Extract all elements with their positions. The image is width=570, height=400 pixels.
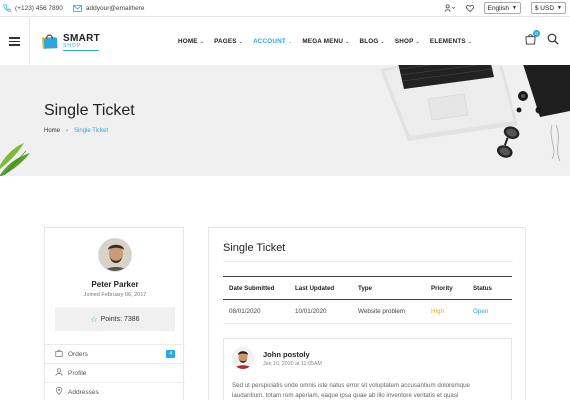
nav-item-home[interactable]: HOME ⌄ [178, 38, 204, 45]
user-icon [55, 368, 63, 378]
breadcrumb: Home › Single Ticket [44, 128, 108, 134]
nav-item-shop[interactable]: SHOP ⌄ [395, 38, 420, 45]
nav-label: BLOG [359, 38, 379, 45]
breadcrumb-current: Single Ticket [74, 128, 109, 134]
profile-menu: Orders 4 Profile Addresses [45, 344, 185, 400]
chevron-down-icon: ⌄ [380, 38, 385, 45]
nav-item-pages[interactable]: PAGES ⌄ [214, 38, 243, 45]
plant-leaf-decoration [0, 143, 30, 176]
menu-label: Profile [68, 369, 87, 377]
chevron-down-icon: ⌄ [467, 38, 473, 45]
chevron-down-icon: ⌄ [345, 38, 350, 45]
shopping-bag-logo-icon [40, 32, 59, 52]
language-value: English [487, 4, 509, 12]
comment-author: John postoly [263, 350, 310, 359]
bag-icon [55, 349, 63, 359]
search-button[interactable] [547, 33, 559, 47]
main-nav: HOME ⌄ PAGES ⌄ ACCOUNT ⌄ MEGA MENU ⌄ BLOG ⌄ S… [178, 18, 482, 65]
profile-joined-date: Joined February 06, 2017 [83, 292, 147, 298]
email-address: addyour@emailhere [85, 4, 145, 12]
column-header: Priority [431, 284, 453, 292]
logo-subtext: SHOP [63, 42, 82, 49]
column-header: Date Submitted [229, 284, 275, 292]
hamburger-icon [9, 35, 20, 48]
profile-menu-orders[interactable]: Orders 4 [45, 344, 185, 363]
user-account-icon[interactable] [444, 4, 456, 12]
divider [223, 261, 513, 262]
chevron-down-icon: ⌄ [238, 38, 244, 45]
search-icon [547, 33, 559, 47]
ticket-comment: John postoly Jan 10, 2020 at 11:05AM Sed… [223, 338, 512, 400]
table-header-row: Date Submitted Last Updated Type Priorit… [223, 276, 512, 300]
chevron-down-icon: ⌄ [199, 38, 205, 45]
ticket-card: Single Ticket Date Submitted Last Update… [208, 227, 526, 400]
cell-last-updated: 10/01/2020 [295, 308, 327, 315]
site-logo[interactable]: SMART SHOP [40, 32, 100, 52]
menu-label: Orders [68, 350, 88, 358]
page-banner: Single Ticket Home › Single Ticket [0, 65, 570, 176]
phone-number: (+123) 456 7890 [15, 4, 63, 12]
currency-value: $ USD [534, 4, 555, 12]
hamburger-menu-button[interactable] [0, 18, 30, 65]
shopping-bag-icon [525, 34, 536, 47]
heart-icon[interactable] [465, 4, 474, 12]
cell-priority: High [431, 308, 444, 315]
nav-item-elements[interactable]: ELEMENTS ⌄ [430, 38, 472, 45]
chevron-down-icon: ▼ [511, 5, 517, 11]
star-icon: ☆ [90, 314, 98, 324]
phone-contact[interactable]: (+123) 456 7890 [3, 4, 63, 12]
profile-name: Peter Parker [91, 280, 139, 289]
nav-label: SHOP [394, 38, 414, 45]
cart-count-badge: 0 [533, 30, 540, 37]
laptop-desk-image [380, 65, 570, 162]
phone-icon [3, 4, 11, 12]
nav-label: ELEMENTS [429, 38, 466, 45]
nav-label: MEGA MENU [302, 38, 344, 45]
ticket-title: Single Ticket [223, 242, 286, 254]
points-value: Points: 7386 [100, 315, 140, 323]
profile-menu-profile[interactable]: Profile [45, 363, 185, 382]
nav-item-blog[interactable]: BLOG ⌄ [359, 38, 384, 45]
nav-label: PAGES [214, 38, 237, 45]
ticket-table: Date Submitted Last Updated Type Priorit… [223, 276, 512, 324]
points-box: ☆ Points: 7386 [55, 307, 175, 331]
cell-date-submitted: 08/01/2020 [229, 308, 261, 315]
comment-avatar [232, 347, 254, 369]
profile-menu-addresses[interactable]: Addresses [45, 382, 185, 400]
profile-card: Peter Parker Joined February 06, 2017 ☆ … [44, 227, 185, 400]
email-contact[interactable]: addyour@emailhere [73, 5, 145, 12]
comment-date: Jan 10, 2020 at 11:05AM [263, 361, 322, 367]
menu-label: Addresses [68, 388, 99, 396]
nav-label: ACCOUNT [253, 38, 286, 45]
column-header: Type [358, 284, 372, 292]
cell-status: Open [473, 308, 489, 315]
page-title: Single Ticket [44, 102, 135, 119]
column-header: Status [473, 284, 492, 292]
cart-button[interactable]: 0 [525, 30, 540, 47]
comment-text: Sed ut perspiciatis unde omnis iste natu… [232, 382, 470, 399]
avatar [98, 238, 132, 272]
nav-item-mega-menu[interactable]: MEGA MENU ⌄ [302, 38, 349, 45]
chevron-down-icon: ⌄ [287, 38, 293, 45]
envelope-icon [73, 4, 82, 12]
column-header: Last Updated [295, 284, 335, 292]
orders-count-badge: 4 [166, 350, 175, 358]
cell-type: Website problem [358, 308, 406, 315]
chevron-right-icon: › [66, 128, 69, 134]
logo-underline [63, 49, 99, 51]
chevron-down-icon: ⌄ [415, 38, 420, 45]
top-bar: (+123) 456 7890 addyour@emailhere Englis… [0, 0, 570, 17]
nav-item-account[interactable]: ACCOUNT ⌄ [253, 38, 292, 45]
map-pin-icon [55, 387, 63, 397]
currency-select[interactable]: $ USD ▼ [530, 2, 566, 14]
nav-label: HOME [178, 38, 198, 45]
table-row: 08/01/2020 10/01/2020 Website problem Hi… [223, 300, 512, 324]
language-select[interactable]: English ▼ [483, 2, 521, 14]
chevron-down-icon: ▼ [557, 5, 562, 11]
main-header: SMART SHOP HOME ⌄ PAGES ⌄ ACCOUNT ⌄ MEGA ME… [0, 18, 570, 65]
breadcrumb-home-link[interactable]: Home [44, 128, 60, 134]
